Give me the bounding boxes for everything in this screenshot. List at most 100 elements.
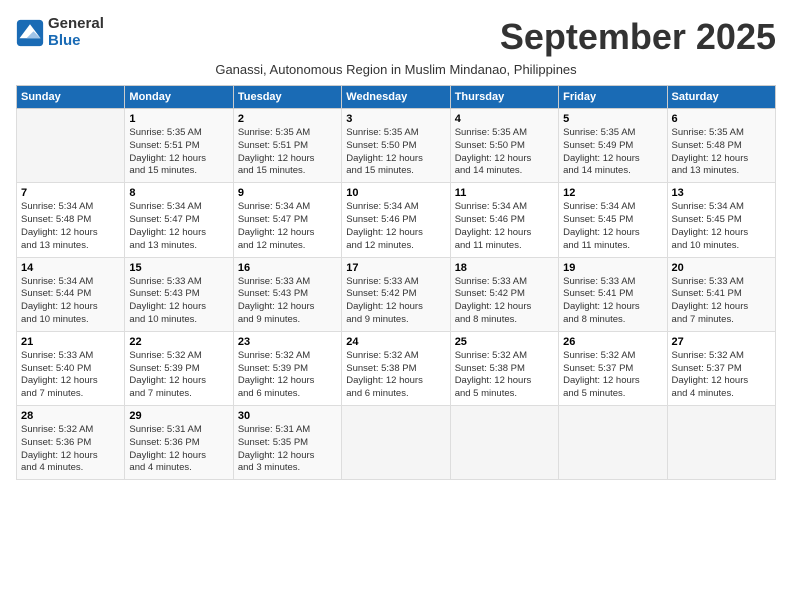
calendar-cell: 14 Sunrise: 5:34 AM Sunset: 5:44 PM Dayli… [17, 257, 125, 331]
month-title: September 2025 [500, 16, 776, 58]
day-info: Sunrise: 5:31 AM Sunset: 5:35 PM Dayligh… [238, 424, 337, 475]
day-number: 18 [455, 262, 554, 274]
day-info: Sunrise: 5:34 AM Sunset: 5:45 PM Dayligh… [672, 201, 771, 252]
day-number: 4 [455, 113, 554, 125]
day-number: 17 [346, 262, 445, 274]
day-number: 10 [346, 187, 445, 199]
logo: General Blue [16, 16, 104, 49]
logo-icon [16, 19, 44, 47]
day-info: Sunrise: 5:32 AM Sunset: 5:38 PM Dayligh… [346, 350, 445, 401]
calendar-header-row: SundayMondayTuesdayWednesdayThursdayFrid… [17, 86, 776, 109]
day-number: 20 [672, 262, 771, 274]
weekday-header-thursday: Thursday [450, 86, 558, 109]
weekday-header-sunday: Sunday [17, 86, 125, 109]
day-number: 8 [129, 187, 228, 199]
day-number: 29 [129, 410, 228, 422]
day-number: 21 [21, 336, 120, 348]
calendar-week-row: 14 Sunrise: 5:34 AM Sunset: 5:44 PM Dayli… [17, 257, 776, 331]
day-number: 11 [455, 187, 554, 199]
calendar-cell: 21 Sunrise: 5:33 AM Sunset: 5:40 PM Dayli… [17, 331, 125, 405]
day-info: Sunrise: 5:33 AM Sunset: 5:43 PM Dayligh… [129, 276, 228, 327]
calendar-cell: 22Sunrise: 5:32 AM Sunset: 5:39 PM Dayli… [125, 331, 233, 405]
day-number: 25 [455, 336, 554, 348]
weekday-header-tuesday: Tuesday [233, 86, 341, 109]
calendar-week-row: 1Sunrise: 5:35 AM Sunset: 5:51 PM Daylig… [17, 109, 776, 183]
calendar-cell: 16 Sunrise: 5:33 AM Sunset: 5:43 PM Dayli… [233, 257, 341, 331]
calendar-cell: 11 Sunrise: 5:34 AM Sunset: 5:46 PM Dayli… [450, 183, 558, 257]
day-info: Sunrise: 5:33 AM Sunset: 5:42 PM Dayligh… [455, 276, 554, 327]
day-number: 15 [129, 262, 228, 274]
day-number: 12 [563, 187, 662, 199]
calendar-cell [17, 109, 125, 183]
calendar-cell: 27 Sunrise: 5:32 AM Sunset: 5:37 PM Dayli… [667, 331, 775, 405]
calendar-cell: 4 Sunrise: 5:35 AM Sunset: 5:50 PM Daylig… [450, 109, 558, 183]
calendar-cell: 20 Sunrise: 5:33 AM Sunset: 5:41 PM Dayli… [667, 257, 775, 331]
calendar-cell [450, 406, 558, 480]
day-info: Sunrise: 5:34 AM Sunset: 5:48 PM Dayligh… [21, 201, 120, 252]
day-info: Sunrise: 5:32 AM Sunset: 5:39 PM Dayligh… [129, 350, 228, 401]
calendar-cell: 15 Sunrise: 5:33 AM Sunset: 5:43 PM Dayli… [125, 257, 233, 331]
page-header: General Blue September 2025 [16, 16, 776, 58]
day-number: 6 [672, 113, 771, 125]
day-info: Sunrise: 5:35 AM Sunset: 5:51 PM Dayligh… [129, 127, 228, 178]
day-info: Sunrise: 5:34 AM Sunset: 5:47 PM Dayligh… [129, 201, 228, 252]
calendar-cell: 9 Sunrise: 5:34 AM Sunset: 5:47 PM Daylig… [233, 183, 341, 257]
calendar-cell: 29 Sunrise: 5:31 AM Sunset: 5:36 PM Dayli… [125, 406, 233, 480]
calendar-cell: 8 Sunrise: 5:34 AM Sunset: 5:47 PM Daylig… [125, 183, 233, 257]
day-number: 23 [238, 336, 337, 348]
calendar-cell: 24 Sunrise: 5:32 AM Sunset: 5:38 PM Dayli… [342, 331, 450, 405]
day-info: Sunrise: 5:33 AM Sunset: 5:41 PM Dayligh… [672, 276, 771, 327]
calendar-week-row: 28 Sunrise: 5:32 AM Sunset: 5:36 PM Dayli… [17, 406, 776, 480]
calendar-week-row: 21 Sunrise: 5:33 AM Sunset: 5:40 PM Dayli… [17, 331, 776, 405]
day-info: Sunrise: 5:32 AM Sunset: 5:37 PM Dayligh… [563, 350, 662, 401]
day-info: Sunrise: 5:35 AM Sunset: 5:50 PM Dayligh… [455, 127, 554, 178]
day-info: Sunrise: 5:32 AM Sunset: 5:37 PM Dayligh… [672, 350, 771, 401]
calendar-cell: 25Sunrise: 5:32 AM Sunset: 5:38 PM Dayli… [450, 331, 558, 405]
day-info: Sunrise: 5:35 AM Sunset: 5:50 PM Dayligh… [346, 127, 445, 178]
calendar-cell: 12 Sunrise: 5:34 AM Sunset: 5:45 PM Dayli… [559, 183, 667, 257]
calendar-cell: 19Sunrise: 5:33 AM Sunset: 5:41 PM Dayli… [559, 257, 667, 331]
calendar-cell: 10 Sunrise: 5:34 AM Sunset: 5:46 PM Dayli… [342, 183, 450, 257]
calendar-cell: 17 Sunrise: 5:33 AM Sunset: 5:42 PM Dayli… [342, 257, 450, 331]
day-number: 30 [238, 410, 337, 422]
calendar-cell: 30 Sunrise: 5:31 AM Sunset: 5:35 PM Dayli… [233, 406, 341, 480]
day-info: Sunrise: 5:32 AM Sunset: 5:36 PM Dayligh… [21, 424, 120, 475]
weekday-header-friday: Friday [559, 86, 667, 109]
calendar-cell: 18 Sunrise: 5:33 AM Sunset: 5:42 PM Dayli… [450, 257, 558, 331]
day-info: Sunrise: 5:34 AM Sunset: 5:44 PM Dayligh… [21, 276, 120, 327]
day-info: Sunrise: 5:33 AM Sunset: 5:43 PM Dayligh… [238, 276, 337, 327]
day-number: 27 [672, 336, 771, 348]
weekday-header-wednesday: Wednesday [342, 86, 450, 109]
day-info: Sunrise: 5:33 AM Sunset: 5:40 PM Dayligh… [21, 350, 120, 401]
day-info: Sunrise: 5:34 AM Sunset: 5:47 PM Dayligh… [238, 201, 337, 252]
calendar-cell [342, 406, 450, 480]
day-number: 9 [238, 187, 337, 199]
calendar-cell: 28 Sunrise: 5:32 AM Sunset: 5:36 PM Dayli… [17, 406, 125, 480]
calendar-cell: 2 Sunrise: 5:35 AM Sunset: 5:51 PM Daylig… [233, 109, 341, 183]
calendar-cell: 23 Sunrise: 5:32 AM Sunset: 5:39 PM Dayli… [233, 331, 341, 405]
day-info: Sunrise: 5:35 AM Sunset: 5:51 PM Dayligh… [238, 127, 337, 178]
day-number: 24 [346, 336, 445, 348]
day-number: 28 [21, 410, 120, 422]
day-info: Sunrise: 5:34 AM Sunset: 5:46 PM Dayligh… [455, 201, 554, 252]
weekday-header-monday: Monday [125, 86, 233, 109]
day-info: Sunrise: 5:35 AM Sunset: 5:49 PM Dayligh… [563, 127, 662, 178]
calendar-body: 1Sunrise: 5:35 AM Sunset: 5:51 PM Daylig… [17, 109, 776, 480]
logo-text: General Blue [48, 16, 104, 49]
calendar-cell: 3Sunrise: 5:35 AM Sunset: 5:50 PM Daylig… [342, 109, 450, 183]
calendar-subtitle: Ganassi, Autonomous Region in Muslim Min… [16, 62, 776, 77]
calendar-cell: 13Sunrise: 5:34 AM Sunset: 5:45 PM Dayli… [667, 183, 775, 257]
day-number: 14 [21, 262, 120, 274]
day-number: 2 [238, 113, 337, 125]
day-info: Sunrise: 5:35 AM Sunset: 5:48 PM Dayligh… [672, 127, 771, 178]
day-info: Sunrise: 5:31 AM Sunset: 5:36 PM Dayligh… [129, 424, 228, 475]
calendar-cell: 1Sunrise: 5:35 AM Sunset: 5:51 PM Daylig… [125, 109, 233, 183]
day-info: Sunrise: 5:34 AM Sunset: 5:45 PM Dayligh… [563, 201, 662, 252]
day-number: 26 [563, 336, 662, 348]
calendar-week-row: 7Sunrise: 5:34 AM Sunset: 5:48 PM Daylig… [17, 183, 776, 257]
day-number: 16 [238, 262, 337, 274]
day-info: Sunrise: 5:33 AM Sunset: 5:42 PM Dayligh… [346, 276, 445, 327]
day-info: Sunrise: 5:33 AM Sunset: 5:41 PM Dayligh… [563, 276, 662, 327]
day-info: Sunrise: 5:34 AM Sunset: 5:46 PM Dayligh… [346, 201, 445, 252]
day-info: Sunrise: 5:32 AM Sunset: 5:39 PM Dayligh… [238, 350, 337, 401]
